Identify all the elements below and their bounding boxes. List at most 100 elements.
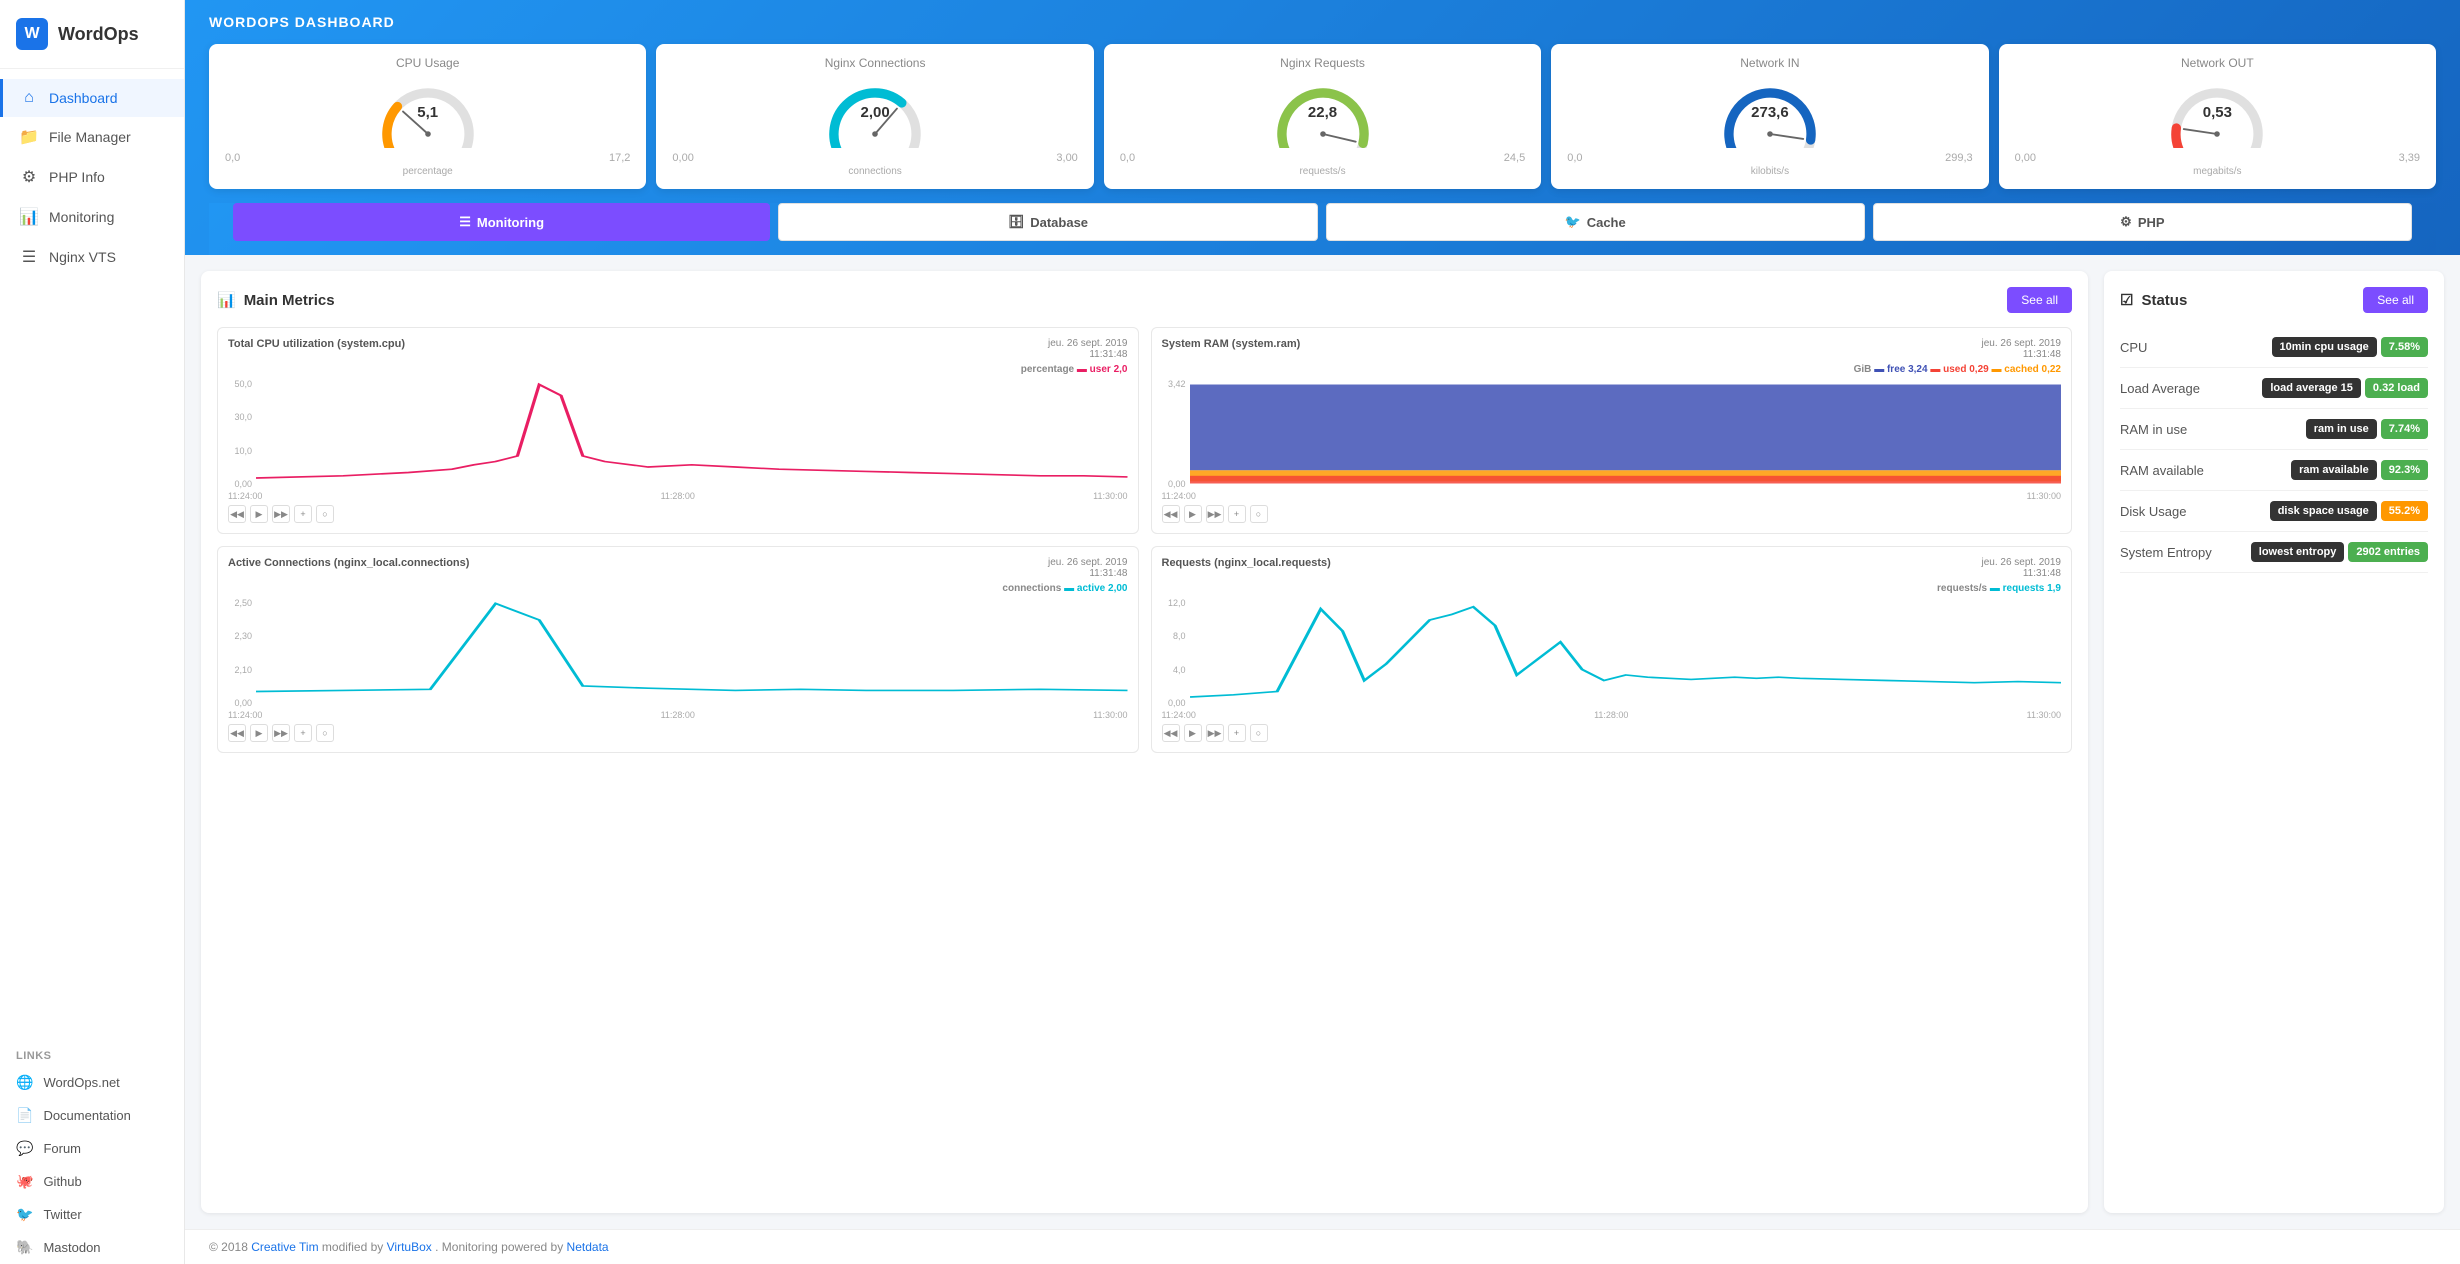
sidebar-link-documentation[interactable]: 📄 Documentation <box>0 1099 184 1132</box>
status-badge2-ram-in-use: 7.74% <box>2381 419 2428 439</box>
cache-tab-label: Cache <box>1587 215 1626 230</box>
gauge-row: CPU Usage 5,1 0,0 17,2 percentage Nginx … <box>209 44 2436 189</box>
link-label-forum: Forum <box>43 1141 81 1156</box>
status-panel: ☑ Status See all CPU 10min cpu usage 7.5… <box>2104 271 2444 1213</box>
sidebar-logo: W WordOps <box>0 0 184 69</box>
sidebar-link-github[interactable]: 🐙Github <box>0 1165 184 1198</box>
sidebar-link-wordops-net[interactable]: 🌐WordOps.net <box>0 1066 184 1099</box>
gauge-min-nginx-requests: 0,0 <box>1120 152 1135 164</box>
twitter-icon: 🐦 <box>16 1206 33 1223</box>
tab-database[interactable]: 🗄Database <box>778 203 1317 241</box>
footer: © 2018 Creative Tim modified by VirtuBox… <box>185 1229 2460 1264</box>
status-badges-load-average: load average 15 0.32 load <box>2262 378 2428 398</box>
chart-next-ram-chart[interactable]: ▶▶ <box>1206 505 1224 523</box>
chart-title-connections-chart: Active Connections (nginx_local.connecti… <box>228 557 469 569</box>
gauge-title-cpu-usage: CPU Usage <box>225 56 630 70</box>
gauge-title-nginx-requests: Nginx Requests <box>1120 56 1525 70</box>
status-row-ram-in-use: RAM in use ram in use 7.74% <box>2120 409 2428 450</box>
file-manager-icon: 📁 <box>19 127 39 147</box>
monitoring-icon: 📊 <box>19 207 39 227</box>
status-badge1-cpu: 10min cpu usage <box>2272 337 2377 357</box>
chart-back-requests-chart[interactable]: ◀◀ <box>1162 724 1180 742</box>
chart-next-cpu-chart[interactable]: ▶▶ <box>272 505 290 523</box>
tab-monitoring[interactable]: ☰Monitoring <box>233 203 770 241</box>
tab-php[interactable]: ⚙PHP <box>1873 203 2412 241</box>
chart-card-requests-chart: Requests (nginx_local.requests) jeu. 26 … <box>1151 546 2073 753</box>
gauge-title-network-in: Network IN <box>1567 56 1972 70</box>
sidebar-item-monitoring[interactable]: 📊Monitoring <box>0 197 184 237</box>
gauge-nginx-connections: 2,00 <box>815 78 935 148</box>
gauge-footer-cpu-usage: 0,0 17,2 <box>225 152 630 164</box>
chart-prev-cpu-chart[interactable]: ▶ <box>250 505 268 523</box>
sidebar-item-file-manager[interactable]: 📁File Manager <box>0 117 184 157</box>
documentation-icon: 📄 <box>16 1107 33 1124</box>
chart-plus-cpu-chart[interactable]: + <box>294 505 312 523</box>
content-area: 📊 Main Metrics See all Total CPU utiliza… <box>185 255 2460 1229</box>
nav-label-php-info: PHP Info <box>49 169 105 185</box>
status-badge1-disk-usage: disk space usage <box>2270 501 2377 521</box>
chart-next-connections-chart[interactable]: ▶▶ <box>272 724 290 742</box>
chart-timestamp-requests-chart: jeu. 26 sept. 201911:31:48 <box>1981 557 2061 579</box>
status-header: ☑ Status See all <box>2120 287 2428 313</box>
tab-cache[interactable]: 🐦Cache <box>1326 203 1865 241</box>
chart-plus-requests-chart[interactable]: + <box>1228 724 1246 742</box>
status-badge1-ram-in-use: ram in use <box>2306 419 2377 439</box>
metrics-see-all-button[interactable]: See all <box>2007 287 2072 313</box>
gauge-unit-cpu-usage: percentage <box>225 166 630 177</box>
chart-plus-connections-chart[interactable]: + <box>294 724 312 742</box>
gauge-unit-nginx-requests: requests/s <box>1120 166 1525 177</box>
chart-prev-connections-chart[interactable]: ▶ <box>250 724 268 742</box>
github-icon: 🐙 <box>16 1173 33 1190</box>
chart-xaxis-connections-chart: 11:24:00 11:28:00 11:30:00 <box>228 710 1128 720</box>
sidebar-item-php-info[interactable]: ⚙PHP Info <box>0 157 184 197</box>
gauge-card-nginx-requests: Nginx Requests 22,8 0,0 24,5 requests/s <box>1104 44 1541 189</box>
chart-minus-ram-chart[interactable]: ○ <box>1250 505 1268 523</box>
footer-tim-link[interactable]: Creative Tim <box>251 1240 318 1254</box>
sidebar-item-dashboard[interactable]: ⌂ Dashboard <box>0 79 184 117</box>
footer-virtu-link[interactable]: VirtuBox <box>387 1240 432 1254</box>
status-see-all-button[interactable]: See all <box>2363 287 2428 313</box>
status-badge2-disk-usage: 55.2% <box>2381 501 2428 521</box>
forum-icon: 💬 <box>16 1140 33 1157</box>
chart-controls-ram-chart: ◀◀ ▶ ▶▶ + ○ <box>1162 505 1268 523</box>
chart-minus-requests-chart[interactable]: ○ <box>1250 724 1268 742</box>
sidebar-item-nginx-vts[interactable]: ☰Nginx VTS <box>0 237 184 277</box>
sidebar-link-mastodon[interactable]: 🐘Mastodon <box>0 1231 184 1264</box>
wordops-net-icon: 🌐 <box>16 1074 33 1091</box>
gauge-max-network-out: 3,39 <box>2399 152 2420 164</box>
chart-back-ram-chart[interactable]: ◀◀ <box>1162 505 1180 523</box>
chart-yaxis-cpu-chart: 50,0 30,0 10,0 0,00 <box>228 379 256 489</box>
sidebar-link-forum[interactable]: 💬 Forum <box>0 1132 184 1165</box>
chart-prev-requests-chart[interactable]: ▶ <box>1184 724 1202 742</box>
nav-label-nginx-vts: Nginx VTS <box>49 249 116 265</box>
chart-xaxis-cpu-chart: 11:24:00 11:28:00 11:30:00 <box>228 491 1128 501</box>
footer-netdata-link[interactable]: Netdata <box>567 1240 609 1254</box>
nav-label-dashboard: Dashboard <box>49 90 118 106</box>
chart-controls-requests-chart: ◀◀ ▶ ▶▶ + ○ <box>1162 724 1268 742</box>
chart-yaxis-requests-chart: 12,0 8,0 4,0 0,00 <box>1162 598 1190 708</box>
sidebar-link-twitter[interactable]: 🐦Twitter <box>0 1198 184 1231</box>
logo-icon: W <box>16 18 48 50</box>
chart-plus-ram-chart[interactable]: + <box>1228 505 1246 523</box>
status-badge1-system-entropy: lowest entropy <box>2251 542 2345 562</box>
gauge-value-nginx-connections: 2,00 <box>861 104 890 121</box>
dashboard-icon: ⌂ <box>19 89 39 107</box>
chart-timestamp-connections-chart: jeu. 26 sept. 201911:31:48 <box>1048 557 1128 579</box>
gauge-footer-network-in: 0,0 299,3 <box>1567 152 1972 164</box>
sidebar: W WordOps ⌂ Dashboard 📁File Manager⚙PHP In… <box>0 0 185 1264</box>
tab-row: ☰Monitoring🗄Database🐦Cache⚙PHP <box>209 203 2436 255</box>
chart-minus-cpu-chart[interactable]: ○ <box>316 505 334 523</box>
chart-controls-cpu-chart: ◀◀ ▶ ▶▶ + ○ <box>228 505 334 523</box>
chart-back-cpu-chart[interactable]: ◀◀ <box>228 505 246 523</box>
chart-next-requests-chart[interactable]: ▶▶ <box>1206 724 1224 742</box>
sidebar-nav: ⌂ Dashboard 📁File Manager⚙PHP Info📊Monitor… <box>0 69 184 1036</box>
status-title: ☑ Status <box>2120 291 2187 309</box>
chart-prev-ram-chart[interactable]: ▶ <box>1184 505 1202 523</box>
gauge-max-cpu-usage: 17,2 <box>609 152 630 164</box>
status-row-ram-available: RAM available ram available 92.3% <box>2120 450 2428 491</box>
status-badge2-ram-available: 92.3% <box>2381 460 2428 480</box>
chart-minus-connections-chart[interactable]: ○ <box>316 724 334 742</box>
footer-copyright: © 2018 <box>209 1240 248 1254</box>
chart-back-connections-chart[interactable]: ◀◀ <box>228 724 246 742</box>
link-label-documentation: Documentation <box>43 1108 130 1123</box>
